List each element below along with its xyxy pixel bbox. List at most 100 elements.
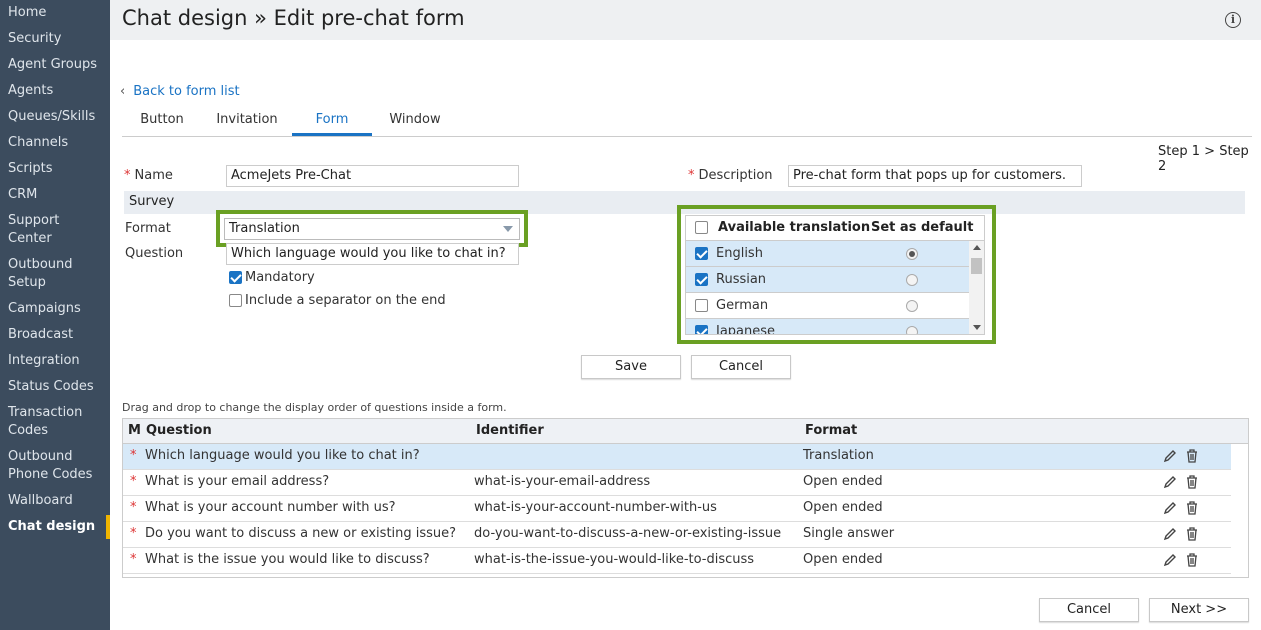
bottom-cancel-button[interactable]: Cancel [1039,598,1139,622]
trash-icon[interactable] [1185,552,1199,568]
required-mark: * [688,168,695,183]
scroll-thumb[interactable] [971,258,982,274]
sidebar-item-broadcast[interactable]: Broadcast [8,326,108,344]
trash-icon[interactable] [1185,526,1199,542]
translation-language: Japanese [716,324,776,335]
default-radio[interactable] [906,326,918,334]
survey-label: Survey [129,194,175,209]
mandatory-checkbox[interactable] [229,271,242,284]
tab-window[interactable]: Window [380,112,450,136]
step-1[interactable]: Step 1 [1158,144,1200,159]
translation-table-header: Available translation Set as default [686,216,984,241]
sidebar-item-status-codes[interactable]: Status Codes [8,378,108,396]
format-label: Format [125,221,171,236]
sidebar-item-transaction-codes[interactable]: Transaction Codes [8,404,88,440]
sidebar-item-agents[interactable]: Agents [8,82,108,100]
pencil-icon[interactable] [1163,526,1177,542]
question-cell: What is the issue you would like to disc… [145,552,430,567]
description-input[interactable]: Pre-chat form that pops up for customers… [788,165,1082,187]
tab-invitation[interactable]: Invitation [212,112,282,136]
description-label: * Description [688,168,773,183]
mandatory-mark: * [130,448,137,463]
identifier-cell: what-is-your-account-number-with-us [474,500,717,515]
format-select[interactable]: Translation [224,218,520,240]
translation-row-german[interactable]: German [686,293,969,319]
sidebar-item-wallboard[interactable]: Wallboard [8,492,108,510]
question-input[interactable]: Which language would you like to chat in… [226,243,519,265]
step-separator: > [1204,144,1216,159]
required-mark: * [124,168,131,183]
translation-checkbox[interactable] [695,247,708,260]
translation-language: German [716,298,769,313]
sidebar-item-chat-design[interactable]: Chat design [8,518,108,536]
sidebar-item-crm[interactable]: CRM [8,186,108,204]
sidebar-item-security[interactable]: Security [8,30,108,48]
translation-row-english[interactable]: English [686,241,969,267]
mandatory-mark: * [130,526,137,541]
sidebar-item-scripts[interactable]: Scripts [8,160,108,178]
format-cell: Open ended [803,552,883,567]
name-input[interactable]: AcmeJets Pre-Chat [226,165,519,187]
question-cell: What is your email address? [145,474,330,489]
default-radio[interactable] [906,248,918,260]
header: Chat design » Edit pre-chat form i [110,0,1261,40]
pencil-icon[interactable] [1163,448,1177,464]
info-icon[interactable]: i [1225,12,1241,28]
trash-icon[interactable] [1185,500,1199,516]
save-button[interactable]: Save [581,355,681,379]
pencil-icon[interactable] [1163,474,1177,490]
col-question: Question [146,423,212,438]
sidebar-item-support-center[interactable]: Support Center [8,212,78,248]
format-cell: Translation [803,448,874,463]
pencil-icon[interactable] [1163,552,1177,568]
table-row[interactable]: * What is the issue you would like to di… [123,548,1231,574]
table-row[interactable]: * Do you want to discuss a new or existi… [123,522,1231,548]
translation-checkbox[interactable] [695,325,708,334]
question-cell: Which language would you like to chat in… [145,448,420,463]
col-m: M [128,423,141,438]
translation-checkbox[interactable] [695,273,708,286]
back-link-label: Back to form list [133,84,240,99]
sidebar-item-outbound-phone-codes[interactable]: Outbound Phone Codes [8,448,98,484]
drag-hint: Drag and drop to change the display orde… [122,401,507,414]
questions-table: M Question Identifier Format * Which lan… [122,418,1249,578]
default-radio[interactable] [906,274,918,286]
sidebar-item-agent-groups[interactable]: Agent Groups [8,56,108,74]
sidebar-item-outbound-setup[interactable]: Outbound Setup [8,256,78,292]
sidebar-item-channels[interactable]: Channels [8,134,108,152]
back-to-form-list-link[interactable]: ‹ Back to form list [120,84,240,99]
tab-button[interactable]: Button [122,112,202,136]
col-set-as-default: Set as default [871,220,974,235]
col-format: Format [805,423,858,438]
cancel-button[interactable]: Cancel [691,355,791,379]
mandatory-mark: * [130,500,137,515]
select-all-translations-checkbox[interactable] [695,221,708,234]
translation-row-japanese[interactable]: Japanese [686,319,969,335]
scroll-down-icon[interactable] [973,325,981,330]
next-button[interactable]: Next >> [1149,598,1249,622]
sidebar: Home Security Agent Groups Agents Queues… [0,0,110,630]
sidebar-item-integration[interactable]: Integration [8,352,108,370]
pencil-icon[interactable] [1163,500,1177,516]
format-cell: Open ended [803,474,883,489]
translation-scrollbar[interactable] [969,241,984,334]
sidebar-item-queues-skills[interactable]: Queues/Skills [8,108,108,126]
table-row[interactable]: * What is your account number with us? w… [123,496,1231,522]
sidebar-item-home[interactable]: Home [8,4,108,22]
name-label-text: Name [134,168,173,183]
translation-language: English [716,246,763,261]
separator-checkbox[interactable] [229,294,242,307]
default-radio[interactable] [906,300,918,312]
table-row[interactable]: * What is your email address? what-is-yo… [123,470,1231,496]
scroll-up-icon[interactable] [973,245,981,250]
trash-icon[interactable] [1185,474,1199,490]
question-cell: What is your account number with us? [145,500,396,515]
translation-language: Russian [716,272,767,287]
tab-form[interactable]: Form [292,112,372,136]
translation-checkbox[interactable] [695,299,708,312]
translation-row-russian[interactable]: Russian [686,267,969,293]
table-row[interactable]: * Which language would you like to chat … [123,444,1231,470]
sidebar-item-campaigns[interactable]: Campaigns [8,300,108,318]
trash-icon[interactable] [1185,448,1199,464]
mandatory-mark: * [130,552,137,567]
